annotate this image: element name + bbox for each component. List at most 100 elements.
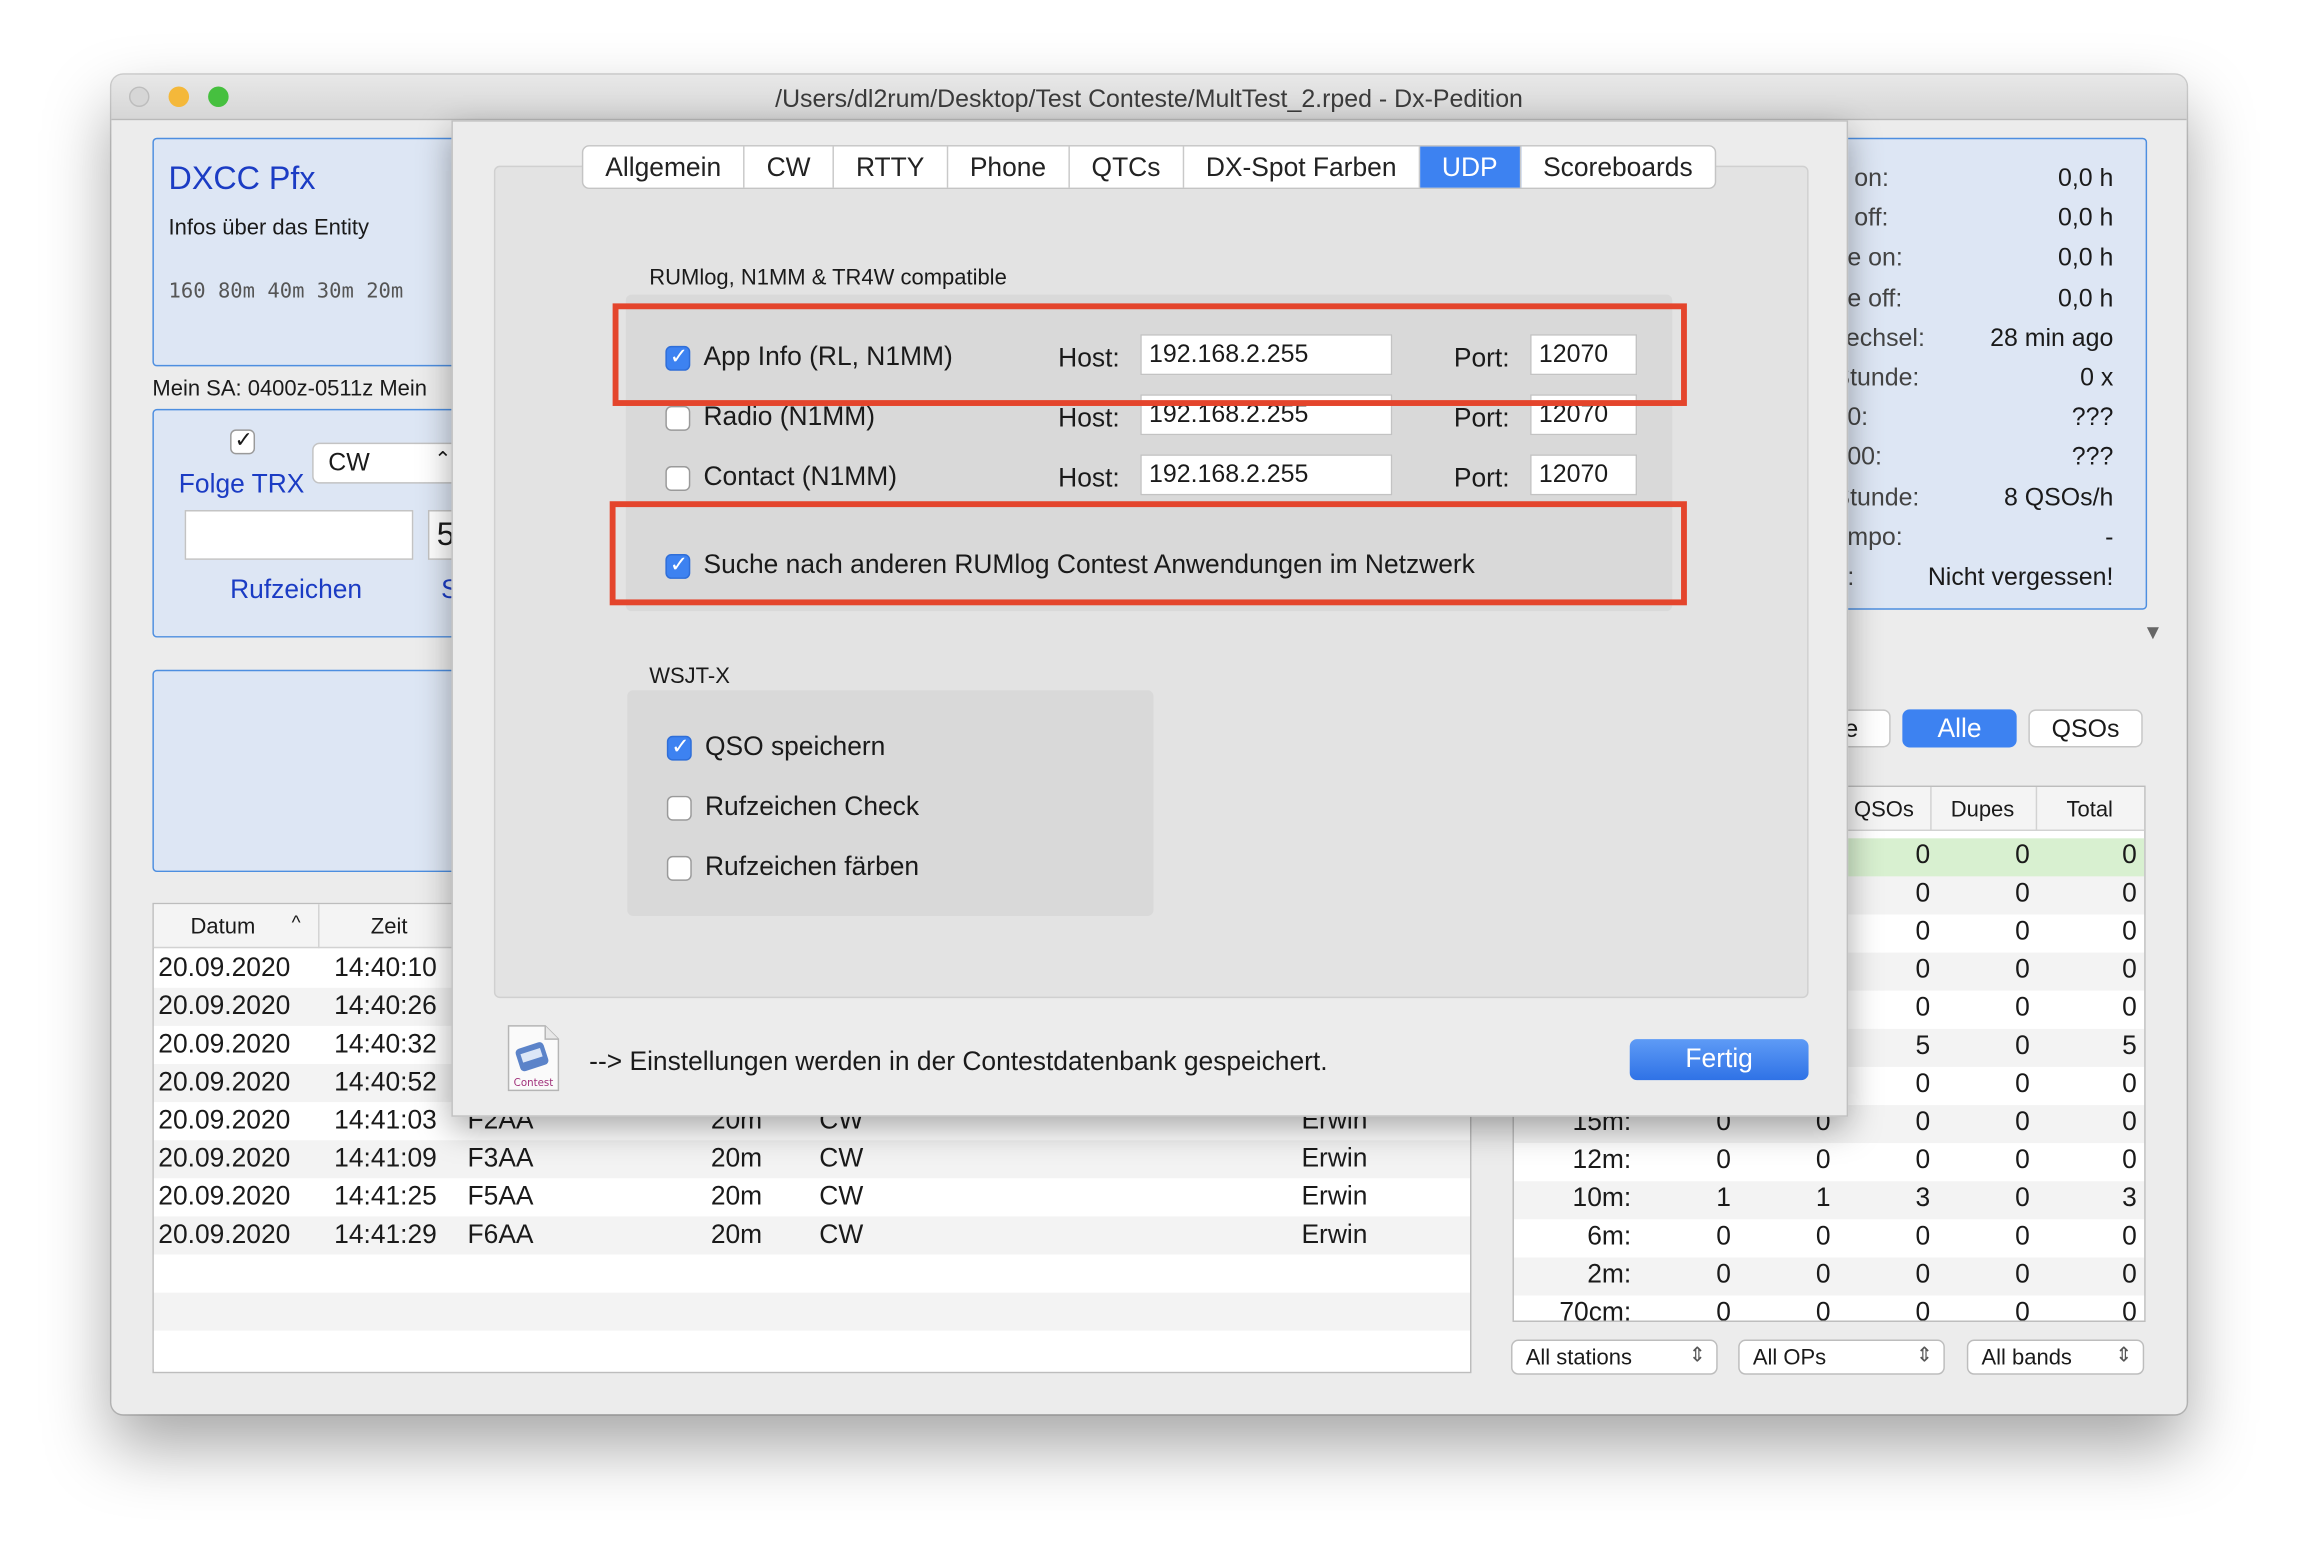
- contest-document-icon: Contest: [506, 1024, 562, 1092]
- stations-select[interactable]: All stations ⇕: [1511, 1339, 1718, 1375]
- band-cell-qsos: 3: [1915, 1182, 1931, 1213]
- band-row[interactable]: 12m: 0 0 0 0 0: [1513, 1143, 2145, 1182]
- call-check-checkbox[interactable]: [666, 795, 692, 821]
- chevron-up-icon: ^: [291, 911, 301, 934]
- radio-checkbox[interactable]: [665, 405, 691, 431]
- log-cell-call: F3AA: [467, 1143, 534, 1173]
- port-label: Port:: [1453, 403, 1510, 433]
- band-cell-total: 0: [2122, 1106, 2137, 1136]
- log-cell-mode: CW: [819, 1143, 864, 1173]
- entry-panel: ✓ Folge TRX CW ⌃ 5 Rufzeichen S: [152, 408, 475, 638]
- wsjt-call-check-option: Rufzeichen Check: [666, 791, 920, 822]
- log-cell-mode: CW: [819, 1181, 864, 1211]
- col-datum[interactable]: Datum: [191, 915, 256, 940]
- log-cell-op: Erwin: [1301, 1219, 1368, 1249]
- log-cell-date: 20.09.2020: [158, 1066, 291, 1097]
- band-cell-dupes: 0: [2015, 1297, 2030, 1322]
- stat-value: 0 x: [2080, 363, 2114, 392]
- band-cell-qsos: 0: [1915, 1106, 1931, 1136]
- contact-label: Contact (N1MM): [703, 461, 898, 491]
- band-cell-dupes: 0: [2015, 877, 2030, 908]
- filter-button-qsos[interactable]: QSOs: [2028, 709, 2143, 748]
- settings-dialog: Allgemein CW RTTY Phone QTCs DX-Spot Farben UD…: [451, 120, 1849, 1117]
- contact-port-input[interactable]: 12070: [1530, 454, 1638, 496]
- col-divider: [1930, 787, 1932, 831]
- band-cell-total: 3: [2122, 1182, 2137, 1213]
- callsign-input[interactable]: [184, 510, 414, 560]
- tab-qtcs[interactable]: QTCs: [1070, 146, 1184, 188]
- udp-row-contact: Contact (N1MM): [665, 462, 897, 493]
- band-row[interactable]: 70cm: 0 0 0 0 0: [1513, 1295, 2145, 1322]
- log-row[interactable]: 20.09.2020 14:41:29 F6AA 20m CW Erwin: [153, 1216, 1470, 1255]
- qso-save-checkbox[interactable]: [666, 732, 692, 761]
- col-divider: [2035, 787, 2038, 831]
- col-qsos[interactable]: QSOs: [1854, 797, 1914, 822]
- log-cell-date: 20.09.2020: [158, 1143, 291, 1173]
- host-label: Host:: [1058, 463, 1120, 493]
- log-row[interactable]: 20.09.2020 14:41:09 F3AA 20m CW Erwin: [153, 1140, 1470, 1179]
- band-cell-band: 12m:: [1572, 1144, 1632, 1174]
- band-cell-total: 0: [2122, 1068, 2137, 1098]
- callsign-label: Rufzeichen: [230, 574, 363, 604]
- filter-button-alle[interactable]: Alle: [1902, 709, 2017, 748]
- stats-panel: e on: 0,0 he off: 0,0 h ne on: 0,0 h ne off: 0…: [1833, 137, 2148, 610]
- call-color-checkbox[interactable]: [666, 855, 692, 881]
- log-cell-time: 14:41:25: [334, 1181, 437, 1211]
- log-row[interactable]: 20.09.2020 14:41:25 F5AA 20m CW Erwin: [153, 1178, 1470, 1217]
- contact-checkbox[interactable]: [665, 465, 691, 491]
- tab-bar: Allgemein CW RTTY Phone QTCs DX-Spot Farben UD…: [581, 145, 1717, 190]
- col-dupes[interactable]: Dupes: [1951, 797, 2015, 822]
- band-cell-dupes: 0: [2015, 1106, 2030, 1136]
- band-row[interactable]: 10m: 1 1 3 0 3: [1513, 1181, 2145, 1220]
- dxcc-panel: DXCC Pfx Infos über das Entity 160 80m 4…: [152, 137, 475, 367]
- band-cell-band: 2m:: [1587, 1258, 1632, 1289]
- band-cell-a: 0: [1716, 1258, 1731, 1289]
- stat-value: -: [2105, 522, 2114, 551]
- log-row-empty: [153, 1254, 1470, 1293]
- tab-scoreboards[interactable]: Scoreboards: [1521, 147, 1715, 188]
- tab-udp[interactable]: UDP: [1419, 146, 1522, 188]
- log-cell-date: 20.09.2020: [158, 1105, 291, 1135]
- disclosure-icon[interactable]: ▼: [2143, 620, 2163, 643]
- tab-cw[interactable]: CW: [745, 146, 834, 188]
- band-cell-a: 0: [1716, 1297, 1731, 1322]
- tab-dx-spot-farben[interactable]: DX-Spot Farben: [1184, 146, 1420, 188]
- band-cell-dupes: 0: [2015, 1220, 2030, 1251]
- stat-value: 0,0 h: [2057, 243, 2114, 272]
- log-cell-time: 14:40:10: [334, 952, 437, 982]
- band-cell-dupes: 0: [2015, 1144, 2030, 1174]
- ops-select[interactable]: All OPs ⇕: [1738, 1339, 1945, 1375]
- band-cell-qsos: 0: [1915, 839, 1931, 870]
- call-check-label: Rufzeichen Check: [704, 791, 920, 821]
- log-cell-band: 20m: [710, 1219, 763, 1249]
- contact-host-input[interactable]: 192.168.2.255: [1140, 454, 1393, 496]
- band-row[interactable]: 6m: 0 0 0 0 0: [1513, 1219, 2145, 1258]
- log-cell-date: 20.09.2020: [158, 1028, 291, 1059]
- band-cell-a: 0: [1716, 1144, 1731, 1174]
- log-row-empty: [153, 1330, 1470, 1369]
- band-row[interactable]: 2m: 0 0 0 0 0: [1513, 1257, 2145, 1296]
- follow-trx-label: Folge TRX: [178, 468, 305, 499]
- tab-allgemein[interactable]: Allgemein: [583, 146, 745, 188]
- footer-note: --> Einstellungen werden in der Contestd…: [589, 1046, 1328, 1076]
- done-button[interactable]: Fertig: [1629, 1039, 1809, 1081]
- band-cell-dupes: 0: [2015, 1030, 2030, 1060]
- bands-select[interactable]: All bands ⇕: [1966, 1339, 2145, 1375]
- stat-value: 0,0 h: [2057, 283, 2114, 312]
- band-cell-total: 0: [2122, 916, 2137, 946]
- log-row-empty: [153, 1292, 1470, 1331]
- band-cell-total: 0: [2122, 877, 2137, 908]
- mode-select[interactable]: CW ⌃: [312, 442, 459, 484]
- log-cell-time: 14:41:29: [334, 1219, 437, 1249]
- udp-row-radio: Radio (N1MM): [665, 402, 875, 433]
- follow-trx-checkbox[interactable]: ✓: [230, 428, 256, 455]
- col-zeit[interactable]: Zeit: [371, 915, 408, 940]
- band-cell-qsos: 0: [1915, 1068, 1931, 1098]
- band-cell-total: 0: [2122, 992, 2137, 1022]
- tab-phone[interactable]: Phone: [948, 146, 1070, 188]
- col-total[interactable]: Total: [2066, 797, 2112, 822]
- log-cell-time: 14:41:09: [334, 1143, 437, 1173]
- dxcc-title: DXCC Pfx: [168, 159, 316, 197]
- band-cell-total: 0: [2122, 839, 2137, 870]
- tab-rtty[interactable]: RTTY: [834, 146, 948, 188]
